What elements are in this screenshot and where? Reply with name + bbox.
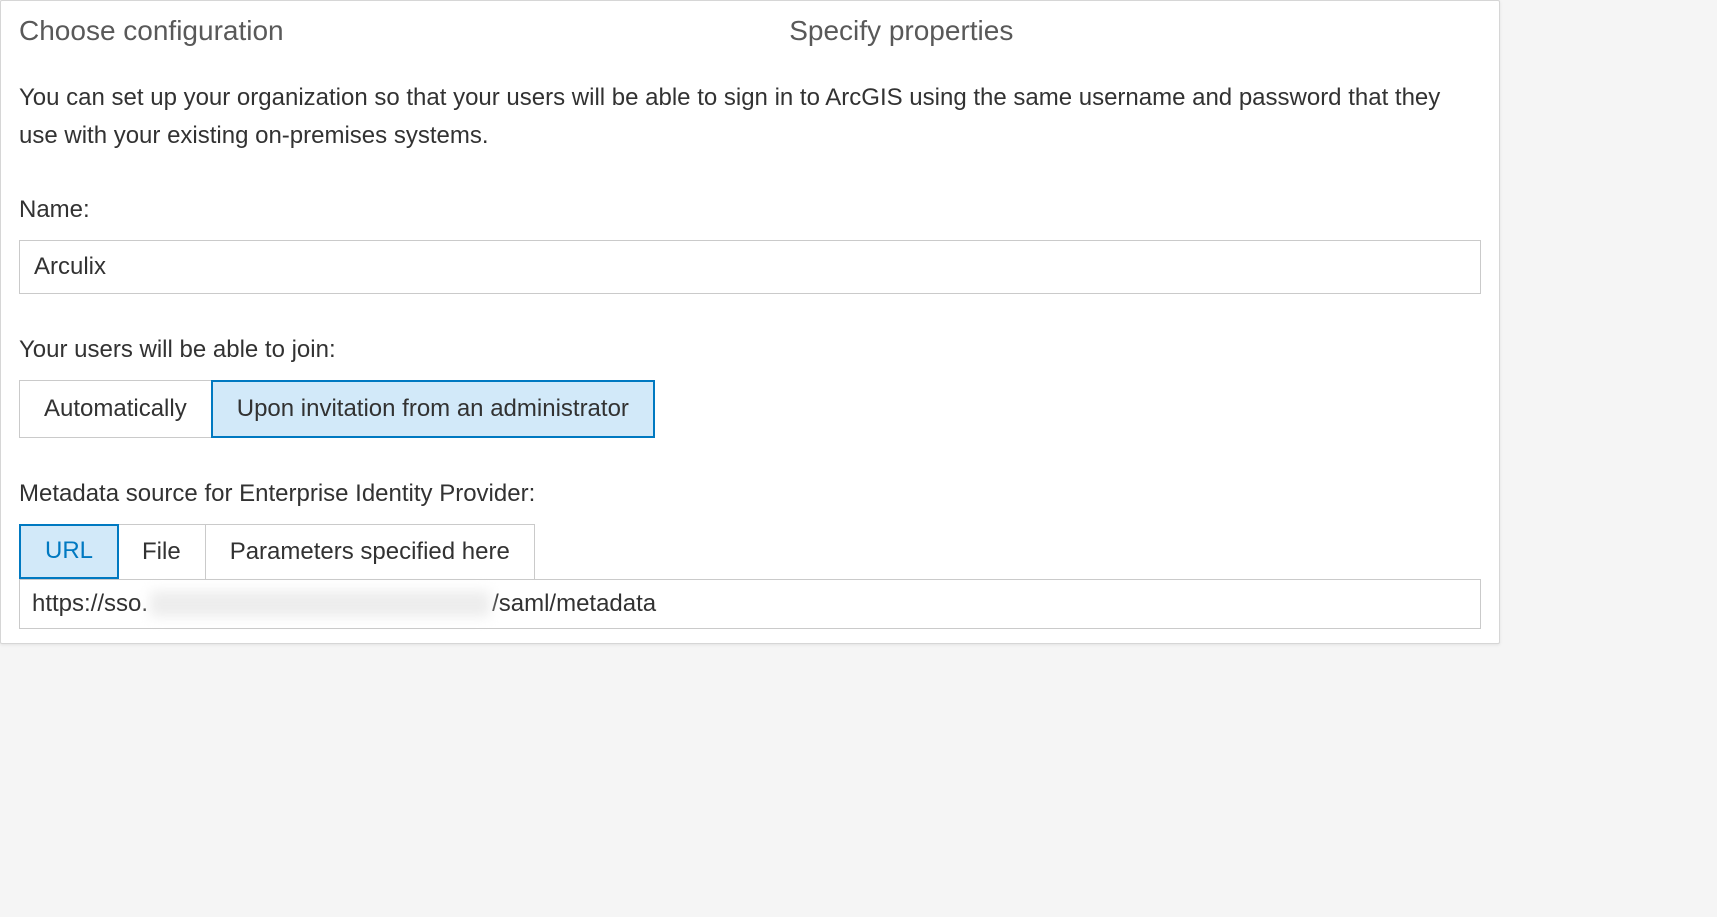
join-option-upon-invitation[interactable]: Upon invitation from an administrator <box>211 380 655 438</box>
metadata-tab-url[interactable]: URL <box>19 524 119 578</box>
metadata-group: Metadata source for Enterprise Identity … <box>19 480 1481 628</box>
join-label: Your users will be able to join: <box>19 336 1481 364</box>
metadata-url-input[interactable]: https://sso. /saml/metadata <box>19 579 1481 629</box>
name-label: Name: <box>19 196 1481 224</box>
metadata-url-suffix: /saml/metadata <box>492 590 656 618</box>
idp-config-panel: Choose configuration Specify properties … <box>0 0 1500 644</box>
metadata-tab-parameters[interactable]: Parameters specified here <box>206 525 534 578</box>
name-input[interactable] <box>19 240 1481 294</box>
metadata-label: Metadata source for Enterprise Identity … <box>19 480 1481 508</box>
wizard-steps: Choose configuration Specify properties <box>1 1 1499 49</box>
join-toggle-group: Automatically Upon invitation from an ad… <box>19 380 655 438</box>
step-choose-configuration: Choose configuration <box>19 13 779 49</box>
step-specify-properties: Specify properties <box>779 13 1481 49</box>
name-group: Name: <box>19 196 1481 294</box>
join-option-automatically[interactable]: Automatically <box>20 381 212 437</box>
metadata-tab-file[interactable]: File <box>118 525 206 578</box>
panel-content: You can set up your organization so that… <box>1 49 1499 642</box>
join-group: Your users will be able to join: Automat… <box>19 336 1481 438</box>
intro-text: You can set up your organization so that… <box>19 79 1481 153</box>
metadata-url-redacted <box>150 591 490 617</box>
metadata-source-tabs: URL File Parameters specified here <box>19 524 535 578</box>
metadata-url-prefix: https://sso. <box>32 590 148 618</box>
